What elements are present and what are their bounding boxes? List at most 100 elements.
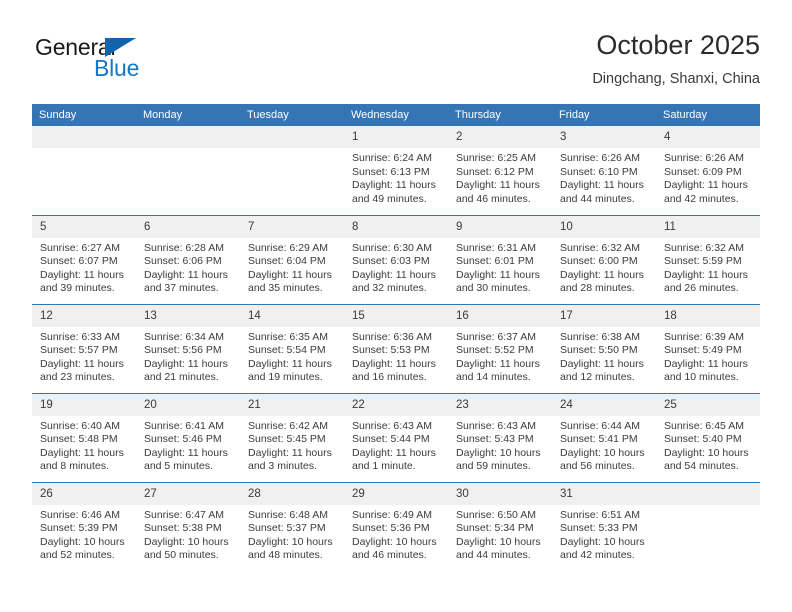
calendar-day-cell[interactable]: 6 Sunrise: 6:28 AM Sunset: 6:06 PM Daylight…: [136, 214, 240, 304]
calendar-day-cell[interactable]: 23 Sunrise: 6:43 AM Sunset: 5:43 PM Dayligh…: [448, 392, 552, 482]
daylight-text-line2: and 23 minutes.: [40, 371, 115, 384]
day-number: 19: [32, 393, 136, 416]
day-number: 10: [552, 215, 656, 238]
daylight-text-line2: and 14 minutes.: [456, 371, 531, 384]
day-number: 15: [344, 304, 448, 327]
day-number: 21: [240, 393, 344, 416]
sunrise-text: Sunrise: 6:51 AM: [560, 508, 640, 521]
sunrise-text: Sunrise: 6:26 AM: [664, 152, 744, 164]
daylight-text-line2: and 5 minutes.: [144, 460, 213, 473]
day-number: 25: [656, 393, 760, 416]
sunset-text: Sunset: 5:37 PM: [248, 522, 326, 535]
day-number: 18: [656, 304, 760, 327]
day-details: Sunrise: 6:31 AM Sunset: 6:01 PM Daylight:…: [448, 238, 552, 296]
calendar-day-cell[interactable]: 14 Sunrise: 6:35 AM Sunset: 5:54 PM Dayligh…: [240, 303, 344, 393]
daylight-text-line1: Daylight: 11 hours: [352, 357, 436, 370]
sunset-text: Sunset: 6:00 PM: [560, 255, 638, 268]
sunrise-text: Sunrise: 6:35 AM: [248, 330, 328, 343]
calendar-day-cell[interactable]: 22 Sunrise: 6:43 AM Sunset: 5:44 PM Dayligh…: [344, 392, 448, 482]
calendar-day-cell[interactable]: 15 Sunrise: 6:36 AM Sunset: 5:53 PM Dayligh…: [344, 303, 448, 393]
calendar-day-cell[interactable]: 30 Sunrise: 6:50 AM Sunset: 5:34 PM Dayligh…: [448, 481, 552, 571]
sunset-text: Sunset: 5:49 PM: [664, 344, 742, 357]
day-details: Sunrise: 6:30 AM Sunset: 6:03 PM Daylight:…: [344, 238, 448, 296]
calendar-day-cell[interactable]: 28 Sunrise: 6:48 AM Sunset: 5:37 PM Dayligh…: [240, 481, 344, 571]
daylight-text-line2: and 35 minutes.: [248, 282, 323, 295]
day-details: Sunrise: 6:51 AM Sunset: 5:33 PM Daylight:…: [552, 505, 656, 563]
calendar-day-cell[interactable]: 7 Sunrise: 6:29 AM Sunset: 6:04 PM Daylight…: [240, 214, 344, 304]
calendar-day-cell[interactable]: 29 Sunrise: 6:49 AM Sunset: 5:36 PM Dayligh…: [344, 481, 448, 571]
day-details: Sunrise: 6:28 AM Sunset: 6:06 PM Daylight:…: [136, 238, 240, 296]
daylight-text-line2: and 44 minutes.: [560, 192, 635, 205]
daylight-text-line2: and 21 minutes.: [144, 371, 219, 384]
daylight-text-line1: Daylight: 11 hours: [456, 357, 540, 370]
daylight-text-line1: Daylight: 10 hours: [248, 535, 333, 548]
calendar-day-cell[interactable]: 21 Sunrise: 6:42 AM Sunset: 5:45 PM Dayligh…: [240, 392, 344, 482]
sunrise-text: Sunrise: 6:27 AM: [40, 241, 120, 254]
weekday-header-saturday: Saturday: [656, 104, 760, 126]
weekday-header-row: Sunday Monday Tuesday Wednesday Thursday…: [32, 104, 760, 126]
sunset-text: Sunset: 5:36 PM: [352, 522, 430, 535]
calendar-day-cell[interactable]: 25 Sunrise: 6:45 AM Sunset: 5:40 PM Dayligh…: [656, 392, 760, 482]
calendar-day-cell[interactable]: 9 Sunrise: 6:31 AM Sunset: 6:01 PM Daylight…: [448, 214, 552, 304]
calendar-day-cell-empty: [32, 126, 136, 215]
calendar-day-cell[interactable]: 13 Sunrise: 6:34 AM Sunset: 5:56 PM Dayligh…: [136, 303, 240, 393]
general-blue-logo[interactable]: General Blue: [32, 34, 232, 92]
daylight-text-line1: Daylight: 10 hours: [456, 535, 541, 548]
sunset-text: Sunset: 6:01 PM: [456, 255, 534, 268]
daylight-text-line1: Daylight: 11 hours: [560, 268, 644, 281]
day-details: Sunrise: 6:33 AM Sunset: 5:57 PM Daylight:…: [32, 327, 136, 385]
daylight-text-line1: Daylight: 11 hours: [248, 268, 332, 281]
sunset-text: Sunset: 5:52 PM: [456, 344, 534, 357]
daylight-text-line1: Daylight: 10 hours: [352, 535, 437, 548]
calendar-day-cell[interactable]: 26 Sunrise: 6:46 AM Sunset: 5:39 PM Dayligh…: [32, 481, 136, 571]
day-details: Sunrise: 6:36 AM Sunset: 5:53 PM Daylight:…: [344, 327, 448, 385]
sunrise-text: Sunrise: 6:43 AM: [352, 419, 432, 432]
sunset-text: Sunset: 5:57 PM: [40, 344, 118, 357]
daylight-text-line1: Daylight: 10 hours: [560, 446, 645, 459]
calendar-day-cell[interactable]: 18 Sunrise: 6:39 AM Sunset: 5:49 PM Dayligh…: [656, 303, 760, 393]
sunset-text: Sunset: 5:45 PM: [248, 433, 326, 446]
sunrise-text: Sunrise: 6:47 AM: [144, 508, 224, 521]
daylight-text-line2: and 46 minutes.: [352, 549, 427, 562]
calendar-day-cell[interactable]: 2 Sunrise: 6:25 AM Sunset: 6:12 PM Daylight…: [448, 126, 552, 215]
day-details: Sunrise: 6:35 AM Sunset: 5:54 PM Daylight:…: [240, 327, 344, 385]
calendar-day-cell[interactable]: 8 Sunrise: 6:30 AM Sunset: 6:03 PM Daylight…: [344, 214, 448, 304]
calendar-day-cell[interactable]: 4 Sunrise: 6:26 AM Sunset: 6:09 PM Daylight…: [656, 126, 760, 215]
calendar-day-cell[interactable]: 20 Sunrise: 6:41 AM Sunset: 5:46 PM Dayligh…: [136, 392, 240, 482]
calendar-day-cell[interactable]: 5 Sunrise: 6:27 AM Sunset: 6:07 PM Daylight…: [32, 214, 136, 304]
calendar-day-cell[interactable]: 10 Sunrise: 6:32 AM Sunset: 6:00 PM Dayligh…: [552, 214, 656, 304]
calendar-day-cell[interactable]: 27 Sunrise: 6:47 AM Sunset: 5:38 PM Dayligh…: [136, 481, 240, 571]
calendar-day-cell[interactable]: 19 Sunrise: 6:40 AM Sunset: 5:48 PM Dayligh…: [32, 392, 136, 482]
calendar-day-cell[interactable]: 24 Sunrise: 6:44 AM Sunset: 5:41 PM Dayligh…: [552, 392, 656, 482]
calendar-week-row: 1 Sunrise: 6:24 AM Sunset: 6:13 PM Daylight…: [32, 126, 760, 215]
daylight-text-line1: Daylight: 11 hours: [144, 446, 228, 459]
day-details: Sunrise: 6:48 AM Sunset: 5:37 PM Daylight:…: [240, 505, 344, 563]
calendar-day-cell[interactable]: 17 Sunrise: 6:38 AM Sunset: 5:50 PM Dayligh…: [552, 303, 656, 393]
daylight-text-line2: and 44 minutes.: [456, 549, 531, 562]
day-number: 4: [656, 126, 760, 148]
daylight-text-line1: Daylight: 11 hours: [664, 179, 748, 192]
sunrise-text: Sunrise: 6:39 AM: [664, 330, 744, 343]
sunset-text: Sunset: 5:59 PM: [664, 255, 742, 268]
daylight-text-line2: and 37 minutes.: [144, 282, 219, 295]
calendar-day-cell[interactable]: 12 Sunrise: 6:33 AM Sunset: 5:57 PM Dayligh…: [32, 303, 136, 393]
day-number: 2: [448, 126, 552, 148]
daylight-text-line2: and 59 minutes.: [456, 460, 531, 473]
day-details: Sunrise: 6:43 AM Sunset: 5:43 PM Daylight:…: [448, 416, 552, 474]
daylight-text-line2: and 48 minutes.: [248, 549, 323, 562]
calendar-day-cell[interactable]: 16 Sunrise: 6:37 AM Sunset: 5:52 PM Dayligh…: [448, 303, 552, 393]
daylight-text-line2: and 8 minutes.: [40, 460, 109, 473]
calendar-day-cell[interactable]: 11 Sunrise: 6:32 AM Sunset: 5:59 PM Dayligh…: [656, 214, 760, 304]
sunset-text: Sunset: 5:34 PM: [456, 522, 534, 535]
daylight-text-line2: and 52 minutes.: [40, 549, 115, 562]
sunset-text: Sunset: 5:44 PM: [352, 433, 430, 446]
sunset-text: Sunset: 5:50 PM: [560, 344, 638, 357]
calendar-day-cell[interactable]: 1 Sunrise: 6:24 AM Sunset: 6:13 PM Daylight…: [344, 126, 448, 215]
logo-text-blue: Blue: [94, 55, 140, 81]
daylight-text-line1: Daylight: 11 hours: [144, 357, 228, 370]
daylight-text-line2: and 10 minutes.: [664, 371, 739, 384]
calendar-day-cell[interactable]: 31 Sunrise: 6:51 AM Sunset: 5:33 PM Dayligh…: [552, 481, 656, 571]
calendar-day-cell[interactable]: 3 Sunrise: 6:26 AM Sunset: 6:10 PM Daylight…: [552, 126, 656, 215]
sunset-text: Sunset: 6:09 PM: [664, 165, 742, 178]
daylight-text-line2: and 46 minutes.: [456, 192, 531, 205]
